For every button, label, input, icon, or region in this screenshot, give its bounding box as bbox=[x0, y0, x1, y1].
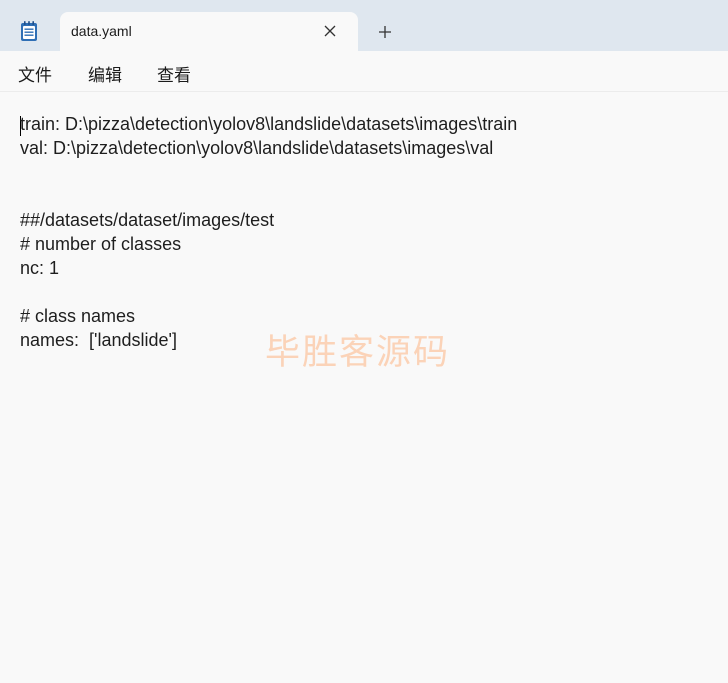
menu-edit[interactable]: 编辑 bbox=[88, 61, 122, 86]
text-editor[interactable]: train: D:\pizza\detection\yolov8\landsli… bbox=[0, 92, 728, 683]
tab-title: data.yaml bbox=[71, 23, 132, 39]
menu-view[interactable]: 查看 bbox=[157, 61, 191, 86]
editor-line: train: D:\pizza\detection\yolov8\landsli… bbox=[20, 114, 518, 134]
editor-line: val: D:\pizza\detection\yolov8\landslide… bbox=[20, 138, 494, 158]
editor-line: # class names bbox=[20, 306, 136, 326]
editor-line: ##/datasets/dataset/images/test bbox=[20, 210, 275, 230]
close-icon[interactable] bbox=[322, 23, 338, 39]
editor-line: # number of classes bbox=[20, 234, 182, 254]
plus-icon[interactable] bbox=[376, 23, 394, 41]
menu-file[interactable]: 文件 bbox=[18, 61, 52, 86]
editor-line: names: ['landslide'] bbox=[20, 330, 177, 350]
editor-line: nc: 1 bbox=[20, 258, 60, 278]
notepad-icon bbox=[19, 20, 39, 42]
tab-data-yaml[interactable]: data.yaml bbox=[60, 12, 358, 51]
title-bar: data.yaml bbox=[0, 0, 728, 51]
notepad-window: data.yaml 文件 编辑 查看 train: D:\pizza\detec… bbox=[0, 0, 728, 683]
menu-bar: 文件 编辑 查看 bbox=[0, 51, 728, 92]
watermark-text: 毕胜客源码 bbox=[265, 333, 451, 373]
